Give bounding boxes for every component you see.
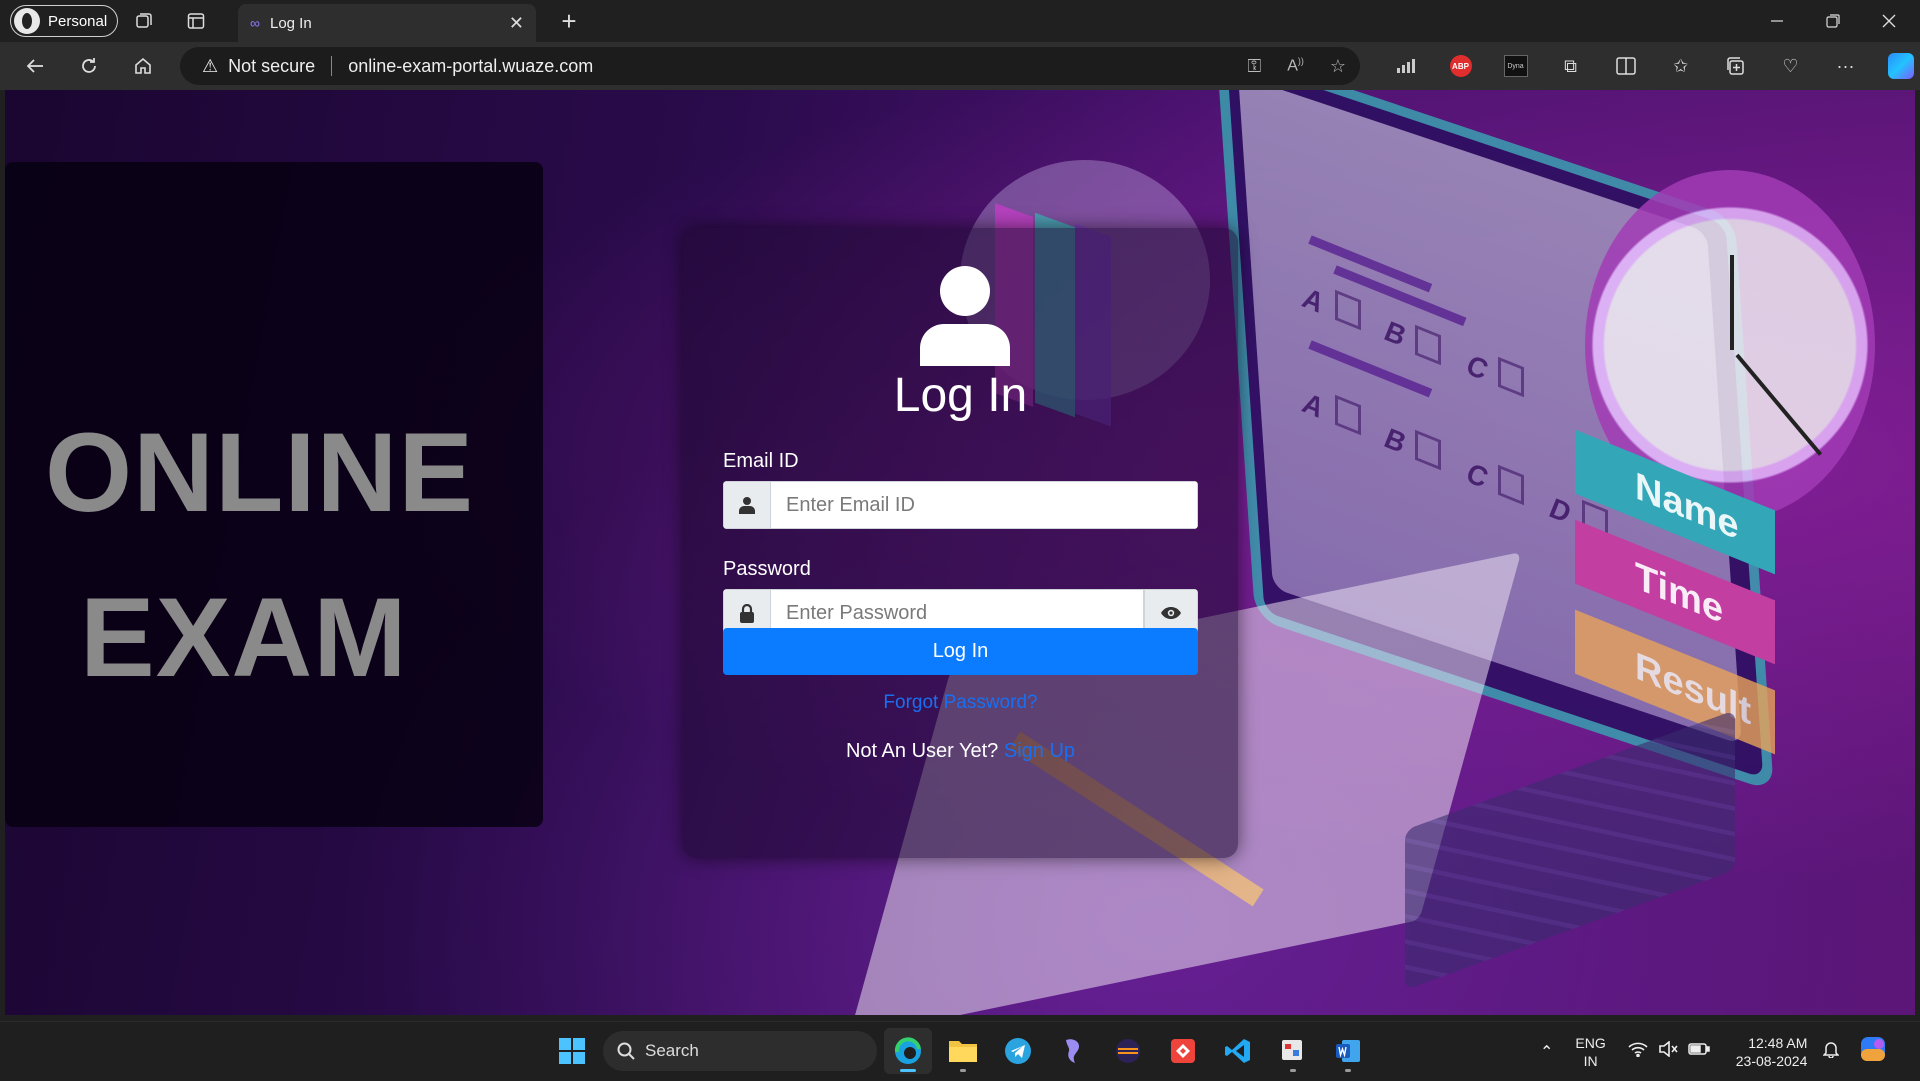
eclipse-icon [1116,1039,1140,1063]
profile-avatar [14,8,40,34]
running-indicator [1290,1069,1296,1072]
split-screen-icon[interactable] [1598,42,1653,90]
system-tray: ⌃ ENG IN 12:48 AM 23-08-2024 [1540,1022,1887,1081]
performance-icon[interactable] [1378,42,1433,90]
profile-button[interactable]: Personal [10,5,119,37]
browser-essentials-icon[interactable]: ♡ [1763,42,1818,90]
copilot-icon[interactable] [1873,42,1920,90]
brand-panel: ONLINE EXAM [5,162,543,827]
signup-link[interactable]: Sign Up [1004,740,1075,762]
extensions-puzzle-icon[interactable]: ⧉ [1543,42,1598,90]
search-label: Search [645,1041,699,1060]
favorites-icon[interactable]: ✩ [1653,42,1708,90]
close-window-button[interactable] [1862,0,1916,42]
taskbar-search[interactable]: Search [603,1031,877,1071]
login-button[interactable]: Log In [723,628,1198,675]
email-field[interactable] [771,481,1198,529]
email-input-group [723,481,1198,529]
site-favicon-icon: ∞ [250,15,260,31]
taskbar-word[interactable] [1324,1028,1372,1074]
telegram-icon [1005,1038,1031,1064]
more-options-icon[interactable]: ··· [1818,42,1873,90]
start-button[interactable] [548,1028,596,1074]
taskbar-file-explorer[interactable] [939,1028,987,1074]
browser-toolbar: ⚠ Not secure online-exam-portal.wuaze.co… [0,42,1920,90]
address-actions: ⚿ A)) ☆ [1247,47,1346,85]
folder-icon [949,1041,977,1062]
vscode-icon [1225,1039,1250,1063]
signup-prompt: Not An User Yet? [845,740,999,762]
notification-bell-icon[interactable] [1822,1040,1841,1063]
snipping-icon [1282,1040,1302,1060]
taskbar-app-seahorse[interactable] [1049,1028,1097,1074]
warning-icon[interactable]: ⚠ [202,56,218,77]
login-card: Log In Email ID Password Log In Forgot P… [683,228,1238,858]
user-avatar-icon [920,266,1010,366]
dynamics-extension-icon[interactable]: Dyna [1488,42,1543,90]
taskbar-anydesk[interactable] [1159,1028,1207,1074]
taskbar-edge[interactable] [884,1028,932,1074]
close-tab-icon[interactable]: ✕ [509,13,524,34]
language-indicator[interactable]: ENG IN [1575,1034,1605,1070]
tab-title: Log In [269,14,312,32]
user-icon [723,481,771,529]
url-text[interactable]: online-exam-portal.wuaze.com [348,56,593,77]
back-button[interactable] [8,42,62,90]
clock-time: 12:48 AM [1748,1034,1808,1051]
collections-icon[interactable] [1708,42,1763,90]
seahorse-icon [1066,1039,1080,1063]
tray-overflow-chevron-icon[interactable]: ⌃ [1540,1042,1553,1062]
running-indicator [960,1069,966,1072]
word-icon [1336,1040,1360,1062]
favorite-star-icon[interactable]: ☆ [1330,56,1346,77]
anydesk-icon [1171,1039,1195,1063]
adblock-plus-icon[interactable]: ABP [1433,42,1488,90]
page-viewport: A B C A B C D Name Time Result ONLINE EX… [5,90,1915,1015]
profile-label: Personal [48,12,108,30]
signup-row: Not An User Yet? Sign Up [683,740,1238,763]
extensions-row: ABP Dyna ⧉ ✩ ♡ ··· [1378,42,1920,90]
edge-icon [894,1037,921,1064]
wifi-icon[interactable] [1628,1041,1648,1062]
active-indicator [900,1069,916,1072]
brand-title-line1: ONLINE [45,410,475,535]
security-status[interactable]: Not secure [228,56,315,77]
running-indicator [1345,1069,1351,1072]
battery-icon[interactable] [1688,1042,1710,1061]
tab-login[interactable]: ∞ Log In ✕ [238,4,536,42]
clock-date: 23-08-2024 [1735,1052,1808,1069]
new-tab-button[interactable]: + [552,4,586,38]
taskbar-eclipse[interactable] [1104,1028,1152,1074]
lang-line2: IN [1583,1052,1598,1069]
restore-button[interactable] [1806,0,1860,42]
home-button[interactable] [116,42,170,90]
volume-muted-icon[interactable] [1658,1040,1678,1062]
lang-line1: ENG [1575,1034,1606,1051]
minimize-button[interactable] [1750,0,1804,42]
clock-hand [1730,255,1734,350]
password-label: Password [723,558,811,580]
copilot-taskbar-icon[interactable] [1859,1035,1887,1068]
search-icon [617,1042,635,1060]
taskbar-snipping-tool[interactable] [1269,1028,1317,1074]
workspaces-icon[interactable] [118,0,170,42]
page-title: Log In [893,369,1028,422]
taskbar-vscode[interactable] [1214,1028,1262,1074]
vertical-tabs-icon[interactable] [170,0,222,42]
brand-title-line2: EXAM [80,575,408,700]
taskbar-telegram[interactable] [994,1028,1042,1074]
read-aloud-icon[interactable]: A)) [1287,56,1304,75]
address-separator [331,56,333,76]
system-clock[interactable]: 12:48 AM 23-08-2024 [1736,1034,1808,1070]
browser-tab-bar: Personal ∞ Log In ✕ + [0,0,1920,42]
dyna-label: Dyna [1503,55,1528,77]
refresh-button[interactable] [62,42,116,90]
abp-label: ABP [1449,55,1472,77]
address-bar[interactable]: ⚠ Not secure online-exam-portal.wuaze.co… [180,47,1360,85]
key-icon[interactable]: ⚿ [1247,56,1261,77]
email-label: Email ID [723,450,799,472]
forgot-password-link[interactable]: Forgot Password? [683,692,1238,714]
taskbar: Search ⌃ ENG IN 12:48 AM 23-08-2024 [0,1021,1920,1080]
